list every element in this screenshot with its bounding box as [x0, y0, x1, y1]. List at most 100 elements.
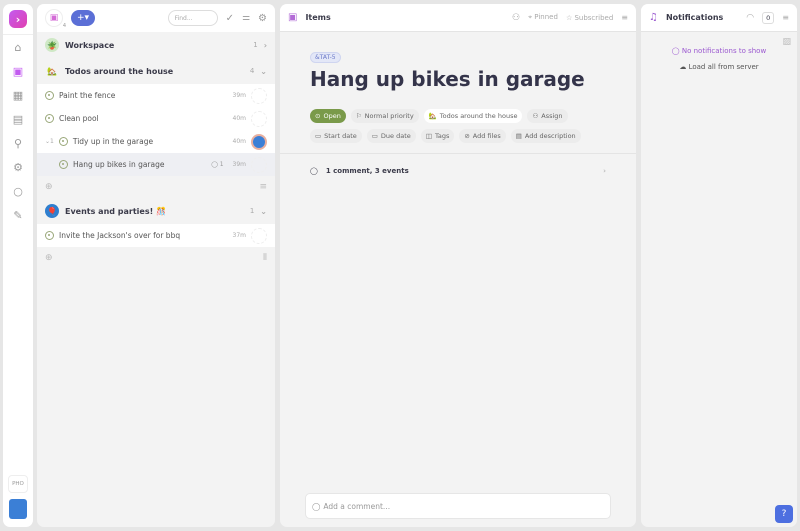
workspace-badge[interactable]: PHO — [8, 475, 28, 493]
calendar-icon[interactable]: ▦ — [3, 83, 33, 107]
assign-button[interactable]: ⚇ Assign — [527, 109, 568, 123]
home-icon[interactable]: ⌂ — [3, 35, 33, 59]
find-input[interactable]: Find... — [167, 10, 218, 26]
add-button[interactable]: +▾ — [71, 10, 95, 26]
group-count: 1 — [253, 41, 258, 49]
priority-button[interactable]: ⚐ Normal priority — [350, 109, 419, 123]
notifications-panel: ♫ Notifications ◠ 0 ≡ ▨ ◯ No notificatio… — [641, 4, 797, 527]
list-item[interactable]: Invite the Jackson's over for bbq 37m — [37, 224, 275, 247]
activity-toggle[interactable]: ◯ 1 comment, 3 events › — [280, 153, 636, 187]
item-time: 39m — [232, 92, 246, 99]
item-title: Tidy up in the garage — [72, 137, 154, 146]
items-dropdown[interactable]: Items — [305, 13, 330, 22]
group-count: 4 — [249, 67, 255, 75]
group-todos[interactable]: 🏡 Todos around the house 4 ⌄ — [37, 58, 275, 84]
group-name: Workspace — [65, 40, 115, 50]
group-events[interactable]: 🎈 Events and parties! 🎊 1 ⌄ — [37, 198, 275, 224]
menu-icon[interactable]: ≡ — [782, 13, 789, 22]
comment-count: ◯ 1 — [211, 161, 224, 168]
plus-icon[interactable]: ⊕ — [45, 182, 53, 192]
list-item[interactable]: Paint the fence 39m — [37, 84, 275, 107]
chevron-down-icon[interactable]: ⌄ — [260, 67, 267, 76]
search-icon[interactable]: ○ — [3, 179, 33, 203]
empty-message: ◯ No notifications to show — [671, 47, 767, 55]
group-name: Todos around the house — [65, 66, 174, 76]
item-detail-panel: ▣ Items ⚇ ⌖ Pinned ☆ Subscribed ≡ &TAT-5… — [280, 4, 636, 527]
tree-icon[interactable]: ⚲ — [3, 131, 33, 155]
status-icon[interactable] — [45, 231, 54, 240]
balloon-icon: 🎈 — [45, 204, 59, 218]
notifications-dropdown[interactable]: Notifications — [666, 13, 723, 22]
inbox-badge: 4 — [62, 23, 66, 29]
settings-cog-icon[interactable]: ⚙ — [3, 155, 33, 179]
item-tag[interactable]: &TAT-5 — [310, 52, 341, 63]
add-files-button[interactable]: ⊘ Add files — [459, 129, 506, 143]
item-title: Invite the Jackson's over for bbq — [59, 231, 181, 240]
start-date-button[interactable]: ▭ Start date — [310, 129, 362, 143]
menu-icon[interactable]: ⦀ — [263, 253, 267, 263]
item-time: 37m — [232, 232, 246, 239]
inbox-icon[interactable]: ▣ 4 — [45, 9, 66, 29]
status-icon[interactable] — [59, 160, 68, 169]
group-workspace[interactable]: 🪴 Workspace 1 › — [37, 32, 275, 58]
app-rail: › ⌂ ▣ ▦ ▤ ⚲ ⚙ ○ ✎ PHO — [3, 4, 33, 527]
item-title: Paint the fence — [59, 91, 116, 100]
image-icon[interactable]: ▨ — [641, 32, 797, 47]
subscribed-button[interactable]: ☆ Subscribed — [566, 14, 613, 22]
expand-toggle[interactable]: ⌄1 — [45, 138, 54, 145]
chevron-right-icon[interactable]: › — [264, 41, 267, 50]
list-button[interactable]: 🏡 Todos around the house — [423, 109, 523, 123]
status-icon[interactable] — [45, 114, 54, 123]
filter-icon[interactable]: ⚌ — [242, 13, 250, 23]
group-name: Events and parties! 🎊 — [65, 206, 166, 216]
items-icon[interactable]: ▣ — [3, 59, 33, 83]
house-icon: 🏡 — [47, 66, 57, 76]
assignee-placeholder[interactable] — [251, 156, 267, 173]
user-avatar[interactable] — [9, 499, 27, 519]
pinned-button[interactable]: ⌖ Pinned — [528, 13, 558, 22]
notification-count[interactable]: 0 — [762, 11, 775, 24]
check-icon[interactable]: ✓ — [226, 13, 234, 24]
status-icon[interactable] — [58, 137, 68, 146]
plant-icon: 🪴 — [45, 38, 59, 52]
comment-input[interactable]: ◯ Add a comment... — [305, 493, 611, 519]
plus-icon[interactable]: ⊕ — [45, 253, 53, 263]
app-logo[interactable]: › — [9, 10, 27, 28]
assignee-placeholder[interactable] — [251, 110, 267, 127]
list-item[interactable]: ⌄1 Tidy up in the garage 40m — [37, 130, 275, 153]
bell-icon: ♫ — [649, 12, 658, 23]
items-icon: ▣ — [288, 12, 298, 23]
comment-icon: ◯ — [310, 166, 318, 175]
compose-icon[interactable]: ✎ — [3, 203, 33, 227]
items-list-panel: ▣ 4 +▾ Find... ✓ ⚌ ⚙ 🪴 Workspace 1 › 🏡 Todos … — [37, 4, 275, 527]
assign-user-icon[interactable]: ⚇ — [512, 13, 520, 23]
page-title[interactable]: Hang up bikes in garage — [310, 67, 606, 91]
due-date-button[interactable]: ▭ Due date — [366, 129, 416, 143]
add-item-row[interactable]: ⊕ ⦀ — [37, 247, 275, 269]
item-time: 40m — [232, 115, 246, 122]
item-time: 39m — [232, 161, 246, 168]
comment-icon: ◯ — [312, 501, 321, 511]
status-icon[interactable] — [45, 91, 54, 100]
list-item[interactable]: Clean pool 40m — [37, 107, 275, 130]
help-button[interactable]: ? — [775, 505, 793, 523]
add-description-button[interactable]: ▤ Add description — [510, 129, 581, 143]
boards-icon[interactable]: ▤ — [3, 107, 33, 131]
item-title: Clean pool — [59, 114, 99, 123]
add-item-row[interactable]: ⊕ ≡ — [37, 176, 275, 198]
item-title: Hang up bikes in garage — [73, 160, 165, 169]
chevron-down-icon[interactable]: ⌄ — [260, 207, 267, 216]
load-all-button[interactable]: ☁ Load all from server — [641, 63, 797, 71]
chevron-right-icon: › — [603, 166, 606, 175]
assignee-avatar[interactable] — [251, 133, 267, 150]
menu-icon[interactable]: ≡ — [259, 182, 267, 192]
assignee-placeholder[interactable] — [251, 227, 267, 244]
menu-icon[interactable]: ≡ — [621, 13, 628, 22]
item-time: 40m — [232, 138, 246, 145]
list-item-selected[interactable]: Hang up bikes in garage ◯ 1 39m — [37, 153, 275, 176]
tags-button[interactable]: ◫ Tags — [420, 129, 455, 143]
bell-icon[interactable]: ◠ — [746, 13, 754, 23]
assignee-placeholder[interactable] — [251, 87, 267, 104]
status-button[interactable]: ⊙ Open — [310, 109, 346, 123]
gear-icon[interactable]: ⚙ — [258, 13, 267, 24]
